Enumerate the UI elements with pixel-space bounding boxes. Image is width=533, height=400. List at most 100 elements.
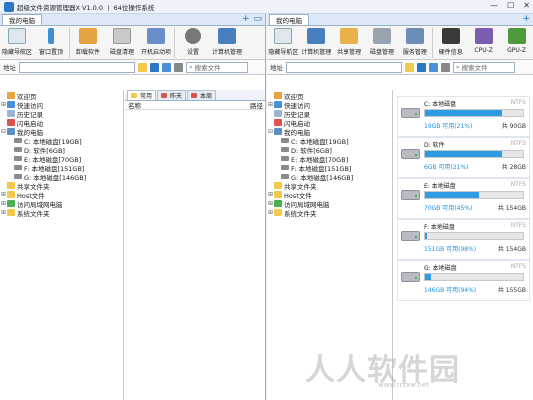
drive-card[interactable]: C: 本地磁盘 NTFS 19GB 可用(21%) 共 90GB <box>397 96 530 137</box>
star-icon <box>7 101 15 108</box>
search-icon: ⌕ <box>189 62 193 71</box>
startup-items-button[interactable]: 开机启动项 <box>139 28 173 56</box>
title-bar: 超级文件资源管理器X V1.0.0 丨 64位操作系统 — ☐ ✕ <box>0 0 533 14</box>
uninstall-button[interactable]: 卸载软件 <box>71 28 105 56</box>
left-nav-tree: 欢迎页 ⊞ 快速访问 历史记录 闪电启动 ⊟ 我的电脑 C: 本地磁盘[19GB] … <box>0 90 124 400</box>
cpu-icon <box>474 28 493 44</box>
hide-nav-icon <box>8 28 26 44</box>
star-icon[interactable] <box>429 62 438 72</box>
service-mgmt-button[interactable]: 服务管理 <box>399 28 432 56</box>
drive-icon <box>14 138 22 143</box>
expand-icon[interactable]: ⊞ <box>267 101 274 108</box>
usage-bar <box>424 273 524 281</box>
usage-bar <box>424 109 524 117</box>
history-icon <box>274 110 282 117</box>
expand-icon[interactable]: ⊞ <box>0 209 7 216</box>
grid-icon[interactable] <box>441 62 450 72</box>
hardware-icon <box>441 28 460 44</box>
flash-icon <box>274 119 282 126</box>
folder-icon <box>274 209 282 216</box>
disk-cleanup-button[interactable]: 磁盘清理 <box>105 28 139 56</box>
hide-nav-button[interactable]: 隐藏导航区 <box>267 28 300 56</box>
app-icon <box>4 1 14 12</box>
hard-drive-icon <box>401 108 420 118</box>
window-controls: — ☐ ✕ <box>490 1 530 10</box>
maximize-icon[interactable]: ☐ <box>507 1 514 10</box>
column-path[interactable]: 路径 <box>250 100 263 110</box>
right-address-input[interactable] <box>286 61 402 73</box>
star-icon[interactable] <box>162 62 171 72</box>
left-tabbar: 我的电脑 + ▭ <box>0 14 265 26</box>
computer-mgmt-icon <box>307 28 326 44</box>
drive-card[interactable]: F: 本地磁盘 NTFS 151GB 可用(98%) 共 154GB <box>397 219 530 260</box>
folder-icon <box>7 209 15 216</box>
new-folder-icon[interactable] <box>138 62 147 72</box>
hard-drive-icon <box>401 272 420 282</box>
expand-icon[interactable]: ⊞ <box>267 209 274 216</box>
right-tabbar: 我的电脑 + <box>267 14 533 26</box>
gpu-icon <box>507 28 526 44</box>
right-address-bar: 地址 ⌕ 搜索文件 <box>267 60 533 75</box>
view-icon[interactable] <box>150 62 159 72</box>
expand-icon[interactable]: ⊞ <box>0 191 7 198</box>
hide-nav-button[interactable]: 隐藏导航区 <box>0 28 34 56</box>
left-search-input[interactable]: ⌕ 搜索文件 <box>186 61 248 73</box>
collapse-icon[interactable]: ⊟ <box>267 128 274 135</box>
pin-window-button[interactable]: 窗口置顶 <box>34 28 68 56</box>
right-tab-my-computer[interactable]: 我的电脑 <box>269 14 309 25</box>
new-folder-icon[interactable] <box>405 62 414 72</box>
watermark-url: www.rrzxw.net <box>378 381 430 389</box>
tree-item-system-folders[interactable]: ⊞ 系统文件夹 <box>267 208 392 218</box>
hard-drive-icon <box>401 190 420 200</box>
computer-mgmt-button[interactable]: 计算机管理 <box>210 28 244 56</box>
disk-cleanup-icon <box>113 28 131 44</box>
usage-bar <box>424 232 524 240</box>
add-tab-icon[interactable]: + <box>242 14 250 25</box>
cpu-z-button[interactable]: CPU-Z <box>467 28 500 54</box>
usage-bar <box>424 150 524 158</box>
tab-yesterday[interactable]: 昨天 <box>157 90 187 100</box>
drive-card[interactable]: G: 本地磁盘 NTFS 146GB 可用(94%) 共 155GB <box>397 260 530 301</box>
expand-icon[interactable]: ⊞ <box>267 200 274 207</box>
folder-icon <box>7 182 15 189</box>
right-search-input[interactable]: ⌕ 搜索文件 <box>453 61 515 73</box>
hardware-info-button[interactable]: 硬件信息 <box>434 28 467 56</box>
close-icon[interactable]: ✕ <box>523 1 530 10</box>
disk-mgmt-button[interactable]: 磁盘管理 <box>366 28 399 56</box>
minimize-icon[interactable]: — <box>490 1 498 10</box>
share-mgmt-button[interactable]: 共享管理 <box>333 28 366 56</box>
column-name[interactable]: 名称 <box>128 100 141 110</box>
home-icon <box>7 92 15 99</box>
right-ribbon: 隐藏导航区 计算机管理 共享管理 磁盘管理 服务管理 硬件信息 CPU-Z GP… <box>267 26 533 60</box>
left-address-bar: 地址 ⌕ 搜索文件 <box>0 60 265 75</box>
network-icon <box>274 200 282 207</box>
expand-icon[interactable]: ⊞ <box>267 191 274 198</box>
gpu-z-button[interactable]: GPU-Z <box>500 28 533 54</box>
collapse-icon[interactable]: ⊟ <box>0 128 7 135</box>
gear-icon <box>185 28 201 44</box>
settings-button[interactable]: 设置 <box>176 28 210 56</box>
split-view-icon[interactable]: ▭ <box>253 14 262 25</box>
window-title: 超级文件资源管理器X V1.0.0 丨 64位操作系统 <box>17 3 155 12</box>
star-icon <box>274 101 282 108</box>
drive-card[interactable]: D: 软件 NTFS 6GB 可用(21%) 共 28GB <box>397 137 530 178</box>
tab-this-week[interactable]: 本周 <box>187 90 217 100</box>
left-ribbon: 隐藏导航区 窗口置顶 卸载软件 磁盘清理 开机启动项 设置 计算机管理 <box>0 26 265 60</box>
drive-icon <box>14 156 22 161</box>
grid-icon[interactable] <box>174 62 183 72</box>
drive-card[interactable]: E: 本地磁盘 NTFS 70GB 可用(45%) 共 154GB <box>397 178 530 219</box>
tree-item-system-folders[interactable]: ⊞ 系统文件夹 <box>0 208 123 218</box>
expand-icon[interactable]: ⊞ <box>0 200 7 207</box>
left-tab-my-computer[interactable]: 我的电脑 <box>2 14 42 25</box>
calendar-icon <box>131 93 137 98</box>
computer-mgmt-button[interactable]: 计算机管理 <box>300 28 333 56</box>
tab-frequent[interactable]: 常用 <box>127 90 157 100</box>
left-address-input[interactable] <box>19 61 135 73</box>
add-tab-icon[interactable]: + <box>522 14 530 25</box>
left-file-panel: 常用 昨天 本周 名称 路径 <box>125 90 265 400</box>
expand-icon[interactable]: ⊞ <box>0 101 7 108</box>
home-icon <box>274 92 282 99</box>
view-icon[interactable] <box>417 62 426 72</box>
startup-icon <box>147 28 165 44</box>
drive-icon <box>281 147 289 152</box>
